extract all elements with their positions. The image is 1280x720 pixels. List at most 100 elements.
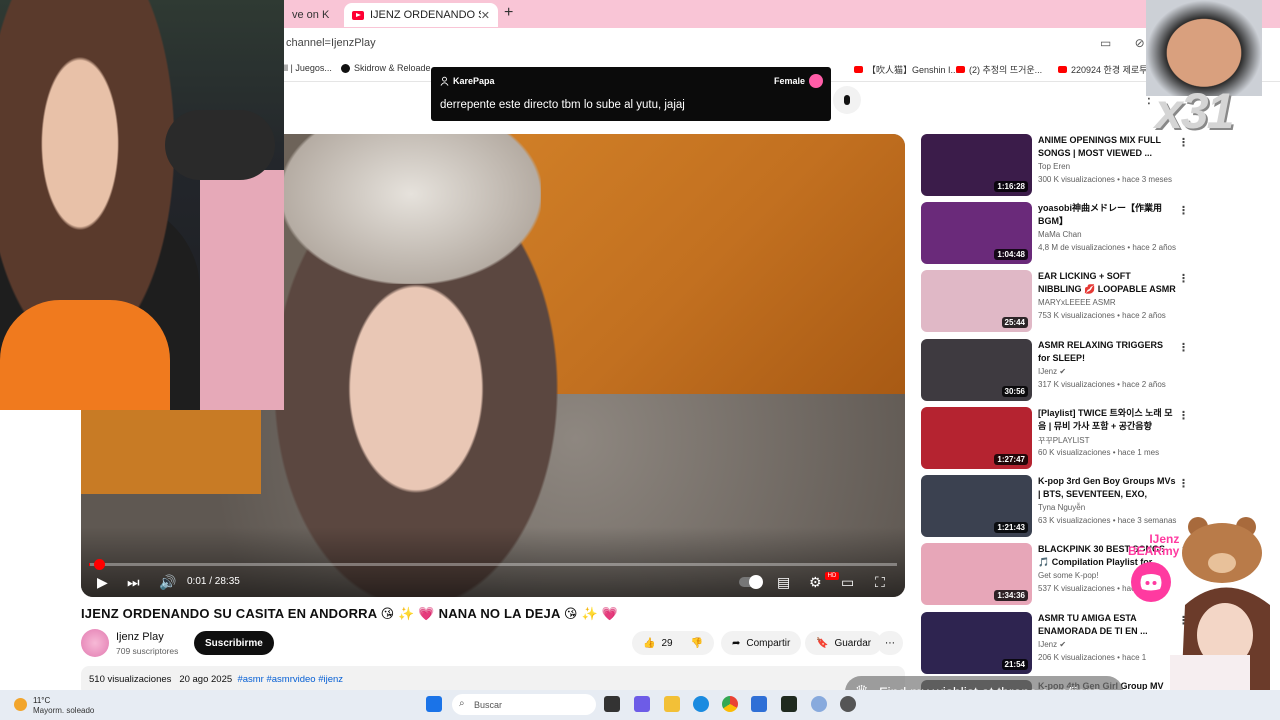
chrome-icon[interactable]	[722, 696, 738, 712]
more-options-icon[interactable]: ⋮	[1178, 341, 1189, 354]
more-options-icon[interactable]: ⋮	[1178, 204, 1189, 217]
channel-name[interactable]: Ijenz Play	[116, 631, 164, 643]
recommendation-item[interactable]: 1:27:47 [Playlist] TWICE 트와이스 노래 모음 | 뮤비 …	[921, 407, 1189, 471]
autoplay-toggle[interactable]	[739, 575, 763, 589]
recommendation-thumbnail[interactable]: 1:34:36	[921, 543, 1032, 605]
recommendation-channel[interactable]: MARYxLEEEE ASMR	[1038, 298, 1116, 307]
close-tab-icon[interactable]: ✕	[481, 9, 490, 22]
app-icon[interactable]	[811, 696, 827, 712]
bookmark-icon: 🔖	[816, 637, 829, 649]
taskbar-search[interactable]: ⌕ Buscar	[452, 694, 596, 715]
time-display: 0:01 / 28:35	[187, 576, 240, 587]
settings-gear-icon[interactable]: ⚙	[809, 574, 822, 591]
more-options-icon[interactable]: ⋮	[1178, 272, 1189, 285]
recommendation-title[interactable]: K-pop 3rd Gen Boy Groups MVs | BTS, SEVE…	[1038, 475, 1176, 501]
windows-start-icon[interactable]	[426, 696, 442, 712]
new-tab-button[interactable]: +	[504, 4, 513, 22]
bookmark-item[interactable]: ll | Juegos...	[284, 63, 332, 73]
recommendation-thumbnail[interactable]: 30:56	[921, 339, 1032, 401]
theater-mode-icon[interactable]: ▭	[841, 574, 854, 591]
chat-username: KarePapa	[453, 76, 495, 86]
recommendation-thumbnail[interactable]: 21:54	[921, 612, 1032, 674]
obs-icon[interactable]	[840, 696, 856, 712]
recommendation-title[interactable]: EAR LICKING + SOFT NIBBLING 💋 LOOPABLE A…	[1038, 270, 1176, 296]
youtube-icon	[956, 66, 965, 73]
thumbs-up-icon[interactable]: 👍	[643, 638, 655, 649]
recommendation-channel[interactable]: MaMa Chan	[1038, 230, 1082, 239]
next-button[interactable]: ⏭	[127, 574, 140, 591]
recommendation-title[interactable]: yoasobi神曲メドレー【作業用BGM】	[1038, 202, 1176, 228]
webcam-background	[200, 170, 284, 410]
recommendation-views: 317 K visualizaciones • hace 2 años	[1038, 380, 1166, 389]
recommendation-title[interactable]: ASMR TU AMIGA ESTA ENAMORADA DE TI EN ..…	[1038, 612, 1176, 638]
youtube-icon	[854, 66, 863, 73]
save-button[interactable]: 🔖 Guardar	[805, 631, 883, 655]
bookmark-item[interactable]: 220924 한경 제로투...	[1058, 63, 1155, 76]
chat-gender: Female	[774, 76, 806, 86]
recommendation-thumbnail[interactable]: 1:21:43	[921, 475, 1032, 537]
recommendation-title[interactable]: ASMR RELAXING TRIGGERS for SLEEP!	[1038, 339, 1176, 365]
youtube-favicon-icon	[352, 10, 364, 20]
webcam-overlay	[0, 0, 284, 410]
copilot-icon[interactable]	[634, 696, 650, 712]
video-title: IJENZ ORDENANDO SU CASITA EN ANDORRA 😘 ✨…	[81, 606, 619, 621]
progress-scrubber[interactable]	[94, 559, 105, 570]
recommendation-item[interactable]: 1:16:28 ANIME OPENINGS MIX FULL SONGS | M…	[921, 134, 1189, 198]
channel-avatar[interactable]	[81, 629, 109, 657]
bookmark-item[interactable]: (2) 추정의 뜨거운...	[956, 63, 1042, 76]
volume-icon[interactable]: 🔊	[159, 574, 176, 591]
recommendation-channel[interactable]: Get some K-pop!	[1038, 571, 1098, 580]
recommendation-item[interactable]: 1:21:43 K-pop 3rd Gen Boy Groups MVs | BT…	[921, 475, 1189, 539]
user-icon	[440, 76, 449, 86]
upload-date: 20 ago 2025	[179, 674, 233, 685]
recommendation-channel[interactable]: 꾸꾸PLAYLIST	[1038, 435, 1089, 446]
file-explorer-icon[interactable]	[664, 696, 680, 712]
recommendation-channel[interactable]: Tyna Nguyễn	[1038, 503, 1085, 512]
edge-icon[interactable]	[693, 696, 709, 712]
bookmark-item[interactable]: Skidrow & Reloade...	[341, 63, 438, 73]
recommendation-item[interactable]: 21:54 ASMR TU AMIGA ESTA ENAMORADA DE TI …	[921, 612, 1189, 676]
progress-bar[interactable]	[89, 559, 897, 570]
recommendation-views: 63 K visualizaciones • hace 3 semanas	[1038, 516, 1177, 525]
weather-condition: Mayorm. soleado	[33, 706, 95, 715]
recommendation-thumbnail[interactable]: 25:44	[921, 270, 1032, 332]
more-actions-button[interactable]: ⋯	[877, 631, 903, 655]
bookmark-item[interactable]: 【吹人猫】Genshin I...	[854, 63, 958, 76]
share-button[interactable]: ➦ Compartir	[721, 631, 802, 655]
thumbs-down-icon[interactable]: 👎	[691, 638, 703, 649]
duration-badge: 1:27:47	[994, 454, 1028, 465]
subscribe-button[interactable]: Suscribirme	[194, 631, 274, 655]
recommendation-item[interactable]: 25:44 EAR LICKING + SOFT NIBBLING 💋 LOOPA…	[921, 270, 1189, 334]
duration-badge: 1:34:36	[994, 590, 1028, 601]
chat-message: derrepente este directo tbm lo sube al y…	[440, 99, 685, 111]
recommendation-channel[interactable]: Top Eren	[1038, 162, 1070, 171]
duration-badge: 1:04:48	[994, 249, 1028, 260]
subtitles-icon[interactable]: ▤	[777, 574, 790, 591]
more-options-icon[interactable]: ⋮	[1178, 409, 1189, 422]
recommendation-views: 4,8 M de visualizaciones • hace 2 años	[1038, 243, 1176, 252]
more-options-icon[interactable]: ⋮	[1178, 477, 1189, 490]
recommendation-thumbnail[interactable]: 1:27:47	[921, 407, 1032, 469]
webcam-foreground	[0, 300, 170, 410]
hashtags[interactable]: #asmr #asmrvideo #ijenz	[237, 674, 343, 685]
recommendation-views: 753 K visualizaciones • hace 2 años	[1038, 311, 1166, 320]
voice-search-button[interactable]	[833, 86, 861, 114]
recommendation-channel[interactable]: IJenz ✔	[1038, 367, 1066, 376]
recommendation-channel[interactable]: IJenz ✔	[1038, 640, 1066, 649]
microphone-icon	[844, 95, 850, 105]
store-icon[interactable]	[751, 696, 767, 712]
tab-active[interactable]: IJENZ ORDENANDO SU CASITA ✕	[344, 3, 498, 27]
tab-inactive[interactable]: ve on K	[284, 3, 344, 27]
play-button[interactable]: ▶	[97, 574, 108, 591]
recommendation-item[interactable]: 30:56 ASMR RELAXING TRIGGERS for SLEEP! IJ…	[921, 339, 1189, 403]
tab-label: ve on K	[292, 9, 330, 21]
url-text[interactable]: channel=IjenzPlay	[286, 37, 376, 49]
fullscreen-icon[interactable]: ⛶	[875, 574, 885, 591]
recommendation-item[interactable]: 1:04:48 yoasobi神曲メドレー【作業用BGM】 MaMa Chan 4,8…	[921, 202, 1189, 266]
task-view-icon[interactable]	[604, 696, 620, 712]
recommendation-title[interactable]: [Playlist] TWICE 트와이스 노래 모음 | 뮤비 가사 포함 +…	[1038, 407, 1176, 433]
recommendation-thumbnail[interactable]: 1:16:28	[921, 134, 1032, 196]
recommendation-thumbnail[interactable]: 1:04:48	[921, 202, 1032, 264]
terminal-icon[interactable]	[781, 696, 797, 712]
like-dislike-group[interactable]: 👍 29 👎	[632, 631, 715, 655]
